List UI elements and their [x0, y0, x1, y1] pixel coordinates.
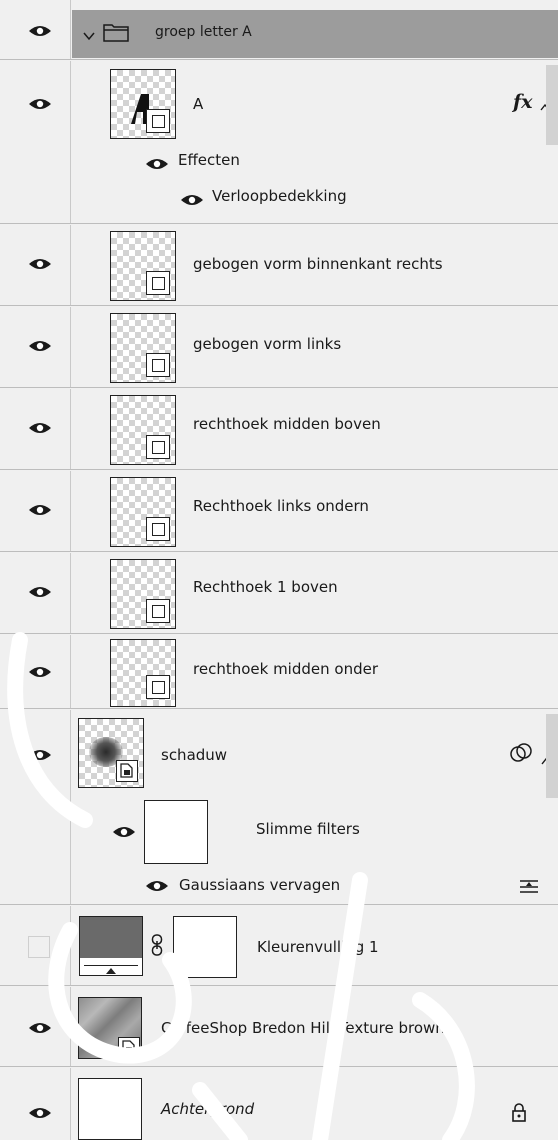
layer-row[interactable]: rechthoek midden boven: [0, 389, 558, 470]
layer-group-row[interactable]: groep letter A: [0, 0, 558, 60]
visibility-toggle-hidden-icon[interactable]: [28, 936, 50, 958]
layer-row-shadow[interactable]: schaduw Slimme filters Gaussiaans vervag…: [0, 710, 558, 905]
chevron-down-icon[interactable]: [83, 26, 95, 45]
eye-icon[interactable]: [112, 825, 136, 839]
gradient-overlay-label[interactable]: Verloopbedekking: [212, 187, 347, 205]
eye-icon[interactable]: [28, 24, 52, 38]
layer-label: gebogen vorm binnenkant rechts: [193, 255, 443, 273]
eye-icon[interactable]: [28, 748, 52, 762]
eye-icon[interactable]: [145, 157, 169, 171]
layer-label: rechthoek midden boven: [193, 415, 381, 433]
fill-slider-marker-icon: [106, 968, 116, 974]
fill-color-sample: [80, 917, 142, 958]
layer-label: Rechthoek 1 boven: [193, 578, 338, 596]
eye-icon[interactable]: [28, 97, 52, 111]
layer-label: schaduw: [161, 746, 228, 764]
layer-label: CoffeeShop Bredon Hill Texture brown: [161, 1019, 445, 1037]
eye-icon[interactable]: [28, 1021, 52, 1035]
smart-filter-icon[interactable]: [509, 742, 533, 768]
layer-label: A: [193, 95, 204, 113]
layer-row-color-fill[interactable]: Kleurenvulling 1: [0, 906, 558, 986]
vector-shape-badge-icon: [146, 109, 170, 133]
eye-icon[interactable]: [28, 503, 52, 517]
layer-label: gebogen vorm links: [193, 335, 342, 353]
gaussian-blur-label[interactable]: Gaussiaans vervagen: [179, 876, 340, 894]
layer-row[interactable]: gebogen vorm links: [0, 307, 558, 388]
vector-shape-badge-icon: [146, 353, 170, 377]
scrollbar-thumb[interactable]: [546, 65, 558, 145]
layer-label: Kleurenvulling 1: [257, 938, 379, 956]
eye-icon[interactable]: [28, 339, 52, 353]
layer-row[interactable]: gebogen vorm binnenkant rechts: [0, 225, 558, 306]
link-chain-icon[interactable]: [151, 934, 163, 960]
background-thumbnail: [78, 1078, 142, 1140]
vector-shape-badge-icon: [146, 517, 170, 541]
layer-row-a[interactable]: A fx Effecten Verloopbedekking: [0, 61, 558, 224]
eye-icon[interactable]: [28, 257, 52, 271]
layer-label: Rechthoek links ondern: [193, 497, 369, 515]
visibility-column: [0, 61, 71, 223]
visibility-column: [0, 1068, 71, 1140]
layer-row-texture[interactable]: CoffeeShop Bredon Hill Texture brown: [0, 987, 558, 1067]
layer-row[interactable]: Rechthoek links ondern: [0, 471, 558, 552]
smart-object-badge-icon: [116, 760, 138, 782]
layer-row[interactable]: rechthoek midden onder: [0, 635, 558, 709]
folder-icon: [103, 22, 129, 46]
filter-blending-options-icon[interactable]: [519, 878, 539, 898]
layers-panel: groep letter A A fx Effecten Verloopbede…: [0, 0, 558, 1140]
smart-filter-mask-thumbnail: [144, 800, 208, 864]
layer-row-background[interactable]: Achtergrond: [0, 1068, 558, 1140]
smart-filters-label[interactable]: Slimme filters: [256, 820, 360, 838]
vector-shape-badge-icon: [146, 435, 170, 459]
lock-icon[interactable]: [511, 1102, 527, 1126]
eye-icon[interactable]: [180, 193, 204, 207]
fill-slider-line: [84, 965, 138, 966]
layer-label: rechthoek midden onder: [193, 660, 378, 678]
group-label: groep letter A: [155, 24, 252, 40]
eye-icon[interactable]: [145, 879, 169, 893]
vector-shape-badge-icon: [146, 271, 170, 295]
eye-icon[interactable]: [28, 421, 52, 435]
visibility-column: [0, 710, 71, 904]
effects-label[interactable]: Effecten: [178, 151, 240, 169]
layer-row[interactable]: Rechthoek 1 boven: [0, 553, 558, 634]
fill-color-swatch[interactable]: [79, 916, 143, 976]
vector-shape-badge-icon: [146, 675, 170, 699]
smart-object-badge-icon: [118, 1037, 140, 1059]
group-header-bar: [72, 10, 558, 58]
eye-icon[interactable]: [28, 1106, 52, 1120]
layer-mask-thumbnail[interactable]: [173, 916, 237, 978]
fx-icon[interactable]: fx: [513, 91, 533, 113]
eye-icon[interactable]: [28, 585, 52, 599]
scrollbar-thumb[interactable]: [546, 714, 558, 798]
layer-label: Achtergrond: [161, 1100, 255, 1118]
vector-shape-badge-icon: [146, 599, 170, 623]
eye-icon[interactable]: [28, 665, 52, 679]
